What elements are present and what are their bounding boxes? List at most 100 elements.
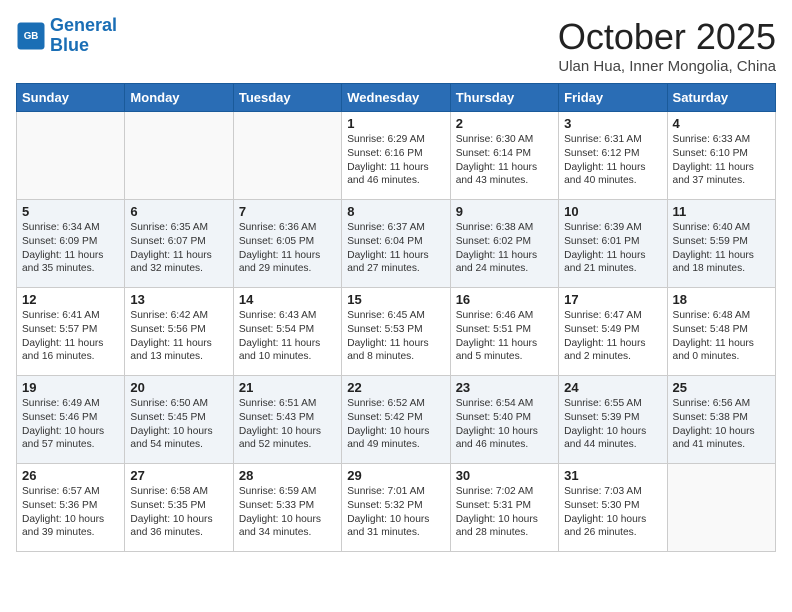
svg-text:GB: GB [24, 31, 39, 42]
header-day-sunday: Sunday [17, 84, 125, 112]
calendar-cell: 16 Sunrise: 6:46 AM Sunset: 5:51 PM Dayli… [450, 288, 558, 376]
calendar-cell: 11Sunrise: 6:40 AM Sunset: 5:59 PM Dayli… [667, 200, 775, 288]
day-number: 9 [456, 204, 553, 219]
day-number: 28 [239, 468, 336, 483]
calendar-cell [125, 112, 233, 200]
cell-text: Sunrise: 6:34 AM Sunset: 6:09 PM Dayligh… [22, 221, 119, 276]
day-number: 12 [22, 292, 119, 307]
cell-text: Sunrise: 6:46 AM Sunset: 5:51 PM Dayligh… [456, 309, 553, 364]
calendar-cell: 22Sunrise: 6:52 AM Sunset: 5:42 PM Dayli… [342, 376, 450, 464]
day-number: 6 [130, 204, 227, 219]
day-number: 25 [673, 380, 770, 395]
calendar-cell: 14 Sunrise: 6:43 AM Sunset: 5:54 PM Dayli… [233, 288, 341, 376]
day-number: 31 [564, 468, 661, 483]
day-number: 26 [22, 468, 119, 483]
day-number: 16 [456, 292, 553, 307]
cell-text: Sunrise: 6:29 AM Sunset: 6:16 PM Dayligh… [347, 133, 444, 188]
logo-line1: General [50, 15, 117, 35]
cell-text: Sunrise: 6:59 AM Sunset: 5:33 PM Dayligh… [239, 485, 336, 540]
cell-text: Sunrise: 6:35 AM Sunset: 6:07 PM Dayligh… [130, 221, 227, 276]
day-number: 14 [239, 292, 336, 307]
cell-text: Sunrise: 6:52 AM Sunset: 5:42 PM Dayligh… [347, 397, 444, 452]
cell-text: Sunrise: 6:45 AM Sunset: 5:53 PM Dayligh… [347, 309, 444, 364]
cell-text: Sunrise: 6:31 AM Sunset: 6:12 PM Dayligh… [564, 133, 661, 188]
cell-text: Sunrise: 6:47 AM Sunset: 5:49 PM Dayligh… [564, 309, 661, 364]
header-day-saturday: Saturday [667, 84, 775, 112]
calendar-cell: 25 Sunrise: 6:56 AM Sunset: 5:38 PM Dayli… [667, 376, 775, 464]
calendar-cell: 27 Sunrise: 6:58 AM Sunset: 5:35 PM Dayli… [125, 464, 233, 552]
day-number: 8 [347, 204, 444, 219]
header-day-thursday: Thursday [450, 84, 558, 112]
calendar-cell: 17 Sunrise: 6:47 AM Sunset: 5:49 PM Dayli… [559, 288, 667, 376]
header-day-wednesday: Wednesday [342, 84, 450, 112]
week-row-3: 19 Sunrise: 6:49 AM Sunset: 5:46 PM Dayli… [17, 376, 776, 464]
cell-text: Sunrise: 7:01 AM Sunset: 5:32 PM Dayligh… [347, 485, 444, 540]
cell-text: Sunrise: 6:55 AM Sunset: 5:39 PM Dayligh… [564, 397, 661, 452]
header-day-friday: Friday [559, 84, 667, 112]
calendar-cell: 12 Sunrise: 6:41 AM Sunset: 5:57 PM Dayli… [17, 288, 125, 376]
day-number: 19 [22, 380, 119, 395]
calendar-cell: 9 Sunrise: 6:38 AM Sunset: 6:02 PM Daylig… [450, 200, 558, 288]
page-header: GB General Blue October 2025 Ulan Hua, I… [16, 16, 776, 75]
day-number: 30 [456, 468, 553, 483]
cell-text: Sunrise: 6:41 AM Sunset: 5:57 PM Dayligh… [22, 309, 119, 364]
cell-text: Sunrise: 7:03 AM Sunset: 5:30 PM Dayligh… [564, 485, 661, 540]
calendar-cell: 26 Sunrise: 6:57 AM Sunset: 5:36 PM Dayli… [17, 464, 125, 552]
day-number: 3 [564, 116, 661, 131]
calendar-cell: 15Sunrise: 6:45 AM Sunset: 5:53 PM Dayli… [342, 288, 450, 376]
calendar-cell: 5 Sunrise: 6:34 AM Sunset: 6:09 PM Daylig… [17, 200, 125, 288]
logo-text: General Blue [50, 16, 117, 56]
calendar-cell [667, 464, 775, 552]
day-number: 5 [22, 204, 119, 219]
calendar-cell: 20 Sunrise: 6:50 AM Sunset: 5:45 PM Dayli… [125, 376, 233, 464]
calendar-cell: 18Sunrise: 6:48 AM Sunset: 5:48 PM Dayli… [667, 288, 775, 376]
title-block: October 2025 Ulan Hua, Inner Mongolia, C… [558, 16, 776, 75]
day-number: 10 [564, 204, 661, 219]
calendar-cell: 1 Sunrise: 6:29 AM Sunset: 6:16 PM Daylig… [342, 112, 450, 200]
day-number: 2 [456, 116, 553, 131]
cell-text: Sunrise: 6:54 AM Sunset: 5:40 PM Dayligh… [456, 397, 553, 452]
calendar-cell: 23Sunrise: 6:54 AM Sunset: 5:40 PM Dayli… [450, 376, 558, 464]
cell-text: Sunrise: 6:43 AM Sunset: 5:54 PM Dayligh… [239, 309, 336, 364]
day-number: 13 [130, 292, 227, 307]
calendar-cell: 31 Sunrise: 7:03 AM Sunset: 5:30 PM Dayli… [559, 464, 667, 552]
cell-text: Sunrise: 6:57 AM Sunset: 5:36 PM Dayligh… [22, 485, 119, 540]
cell-text: Sunrise: 6:56 AM Sunset: 5:38 PM Dayligh… [673, 397, 770, 452]
calendar-cell: 24 Sunrise: 6:55 AM Sunset: 5:39 PM Dayli… [559, 376, 667, 464]
calendar-cell: 30 Sunrise: 7:02 AM Sunset: 5:31 PM Dayli… [450, 464, 558, 552]
cell-text: Sunrise: 6:58 AM Sunset: 5:35 PM Dayligh… [130, 485, 227, 540]
calendar-body: 1 Sunrise: 6:29 AM Sunset: 6:16 PM Daylig… [17, 112, 776, 552]
week-row-2: 12 Sunrise: 6:41 AM Sunset: 5:57 PM Dayli… [17, 288, 776, 376]
header-row: SundayMondayTuesdayWednesdayThursdayFrid… [17, 84, 776, 112]
cell-text: Sunrise: 6:30 AM Sunset: 6:14 PM Dayligh… [456, 133, 553, 188]
week-row-1: 5 Sunrise: 6:34 AM Sunset: 6:09 PM Daylig… [17, 200, 776, 288]
week-row-0: 1 Sunrise: 6:29 AM Sunset: 6:16 PM Daylig… [17, 112, 776, 200]
calendar-cell: 10Sunrise: 6:39 AM Sunset: 6:01 PM Dayli… [559, 200, 667, 288]
cell-text: Sunrise: 6:38 AM Sunset: 6:02 PM Dayligh… [456, 221, 553, 276]
location: Ulan Hua, Inner Mongolia, China [558, 58, 776, 75]
day-number: 27 [130, 468, 227, 483]
day-number: 29 [347, 468, 444, 483]
calendar-cell: 21Sunrise: 6:51 AM Sunset: 5:43 PM Dayli… [233, 376, 341, 464]
day-number: 20 [130, 380, 227, 395]
calendar-cell: 7Sunrise: 6:36 AM Sunset: 6:05 PM Daylig… [233, 200, 341, 288]
calendar-cell: 2 Sunrise: 6:30 AM Sunset: 6:14 PM Daylig… [450, 112, 558, 200]
cell-text: Sunrise: 7:02 AM Sunset: 5:31 PM Dayligh… [456, 485, 553, 540]
calendar-cell: 29 Sunrise: 7:01 AM Sunset: 5:32 PM Dayli… [342, 464, 450, 552]
day-number: 24 [564, 380, 661, 395]
calendar-cell: 28 Sunrise: 6:59 AM Sunset: 5:33 PM Dayli… [233, 464, 341, 552]
cell-text: Sunrise: 6:49 AM Sunset: 5:46 PM Dayligh… [22, 397, 119, 452]
day-number: 17 [564, 292, 661, 307]
cell-text: Sunrise: 6:37 AM Sunset: 6:04 PM Dayligh… [347, 221, 444, 276]
cell-text: Sunrise: 6:50 AM Sunset: 5:45 PM Dayligh… [130, 397, 227, 452]
calendar-cell: 19 Sunrise: 6:49 AM Sunset: 5:46 PM Dayli… [17, 376, 125, 464]
calendar-cell [17, 112, 125, 200]
calendar-table: SundayMondayTuesdayWednesdayThursdayFrid… [16, 83, 776, 552]
day-number: 1 [347, 116, 444, 131]
calendar-cell [233, 112, 341, 200]
cell-text: Sunrise: 6:36 AM Sunset: 6:05 PM Dayligh… [239, 221, 336, 276]
month-title: October 2025 [558, 16, 776, 58]
logo-line2: Blue [50, 35, 89, 55]
cell-text: Sunrise: 6:42 AM Sunset: 5:56 PM Dayligh… [130, 309, 227, 364]
logo-icon: GB [16, 21, 46, 51]
